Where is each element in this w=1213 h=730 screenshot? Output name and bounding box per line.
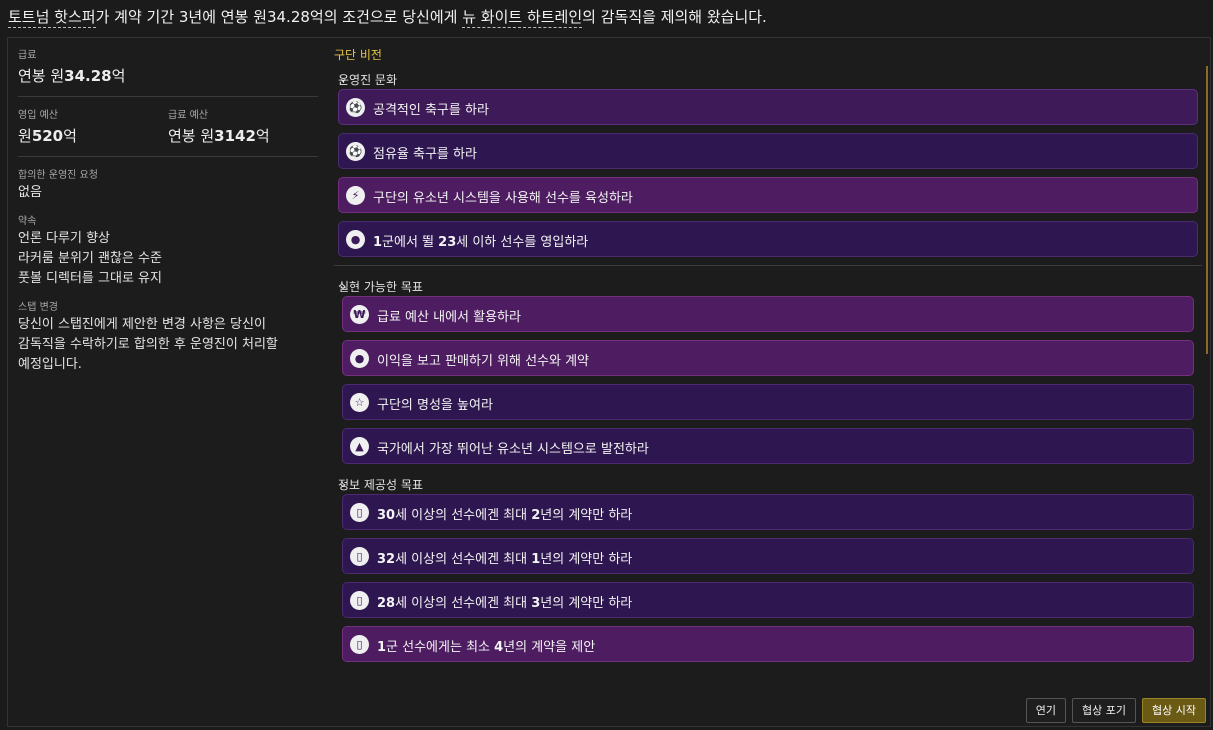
section-header[interactable]: 운영진 문화 ⌄	[334, 67, 1190, 89]
club-vision: 구단 비전 운영진 문화 ⌄ ⚽ 공격적인 축구를 하라 ⚽ 점유율 축구를 하라 ⚡ 구단의…	[334, 46, 1202, 670]
salary-value: 연봉 원34.28억	[18, 67, 126, 85]
vision-item-text: 공격적인 축구를 하라	[373, 103, 489, 118]
vision-item[interactable]: ● 이익을 보고 판매하기 위해 선수와 계약	[342, 340, 1194, 376]
chevron-down-icon[interactable]: ⌄	[338, 476, 1174, 490]
transfer-budget-label: 영입 예산	[18, 110, 58, 121]
vision-item-text: 32세 이상의 선수에겐 최대 1년의 계약만 하라	[377, 552, 633, 567]
vision-item-text: 점유율 축구를 하라	[373, 147, 477, 162]
headline-text-1: 가 계약 기간 3년에 연봉 원34.28억의 조건으로 당신에게	[95, 8, 463, 26]
vision-item-text: 1군 선수에게는 최소 4년의 계약을 제안	[377, 640, 596, 655]
person-icon: ●	[346, 230, 365, 249]
staff-changes-label: 스탭 변경	[18, 302, 58, 313]
person-icon: ●	[350, 349, 369, 368]
vision-item-text: 구단의 유소년 시스템을 사용해 선수를 육성하라	[373, 191, 633, 206]
start-negotiation-button[interactable]: 협상 시작	[1142, 698, 1206, 723]
vision-item-text: 구단의 명성을 높여라	[377, 398, 493, 413]
vision-item-text: 급료 예산 내에서 활용하라	[377, 310, 521, 325]
promise-item: 라커룸 분위기 괜찮은 수준	[18, 251, 162, 266]
offer-headline: 토트넘 핫스퍼가 계약 기간 3년에 연봉 원34.28억의 조건으로 당신에게…	[8, 6, 1208, 32]
action-buttons: 연기 협상 포기 협상 시작	[1025, 698, 1206, 723]
section-header[interactable]: 실현 가능한 목표 ⌄	[334, 274, 1186, 296]
wage-budget-value: 연봉 원3142억	[168, 127, 270, 145]
transfer-budget-value: 원520억	[18, 127, 77, 145]
vision-item[interactable]: ▲ 국가에서 가장 뛰어난 유소년 시스템으로 발전하라	[342, 428, 1194, 464]
section-divider	[334, 265, 1202, 266]
section-header[interactable]: 정보 제공성 목표 ⌄	[334, 472, 1186, 494]
vision-item-text: 이익을 보고 판매하기 위해 선수와 계약	[377, 354, 590, 369]
staff-changes-text: 당신이 스탭진에게 제안한 변경 사항은 당신이 감독직을 수락하기로 합의한 …	[18, 317, 278, 372]
vision-item[interactable]: ₩ 급료 예산 내에서 활용하라	[342, 296, 1194, 332]
tablet-icon: ▯	[350, 635, 369, 654]
tablet-icon: ▯	[350, 591, 369, 610]
vision-item[interactable]: ⚡ 구단의 유소년 시스템을 사용해 선수를 육성하라	[338, 177, 1198, 213]
vision-item[interactable]: ▯ 1군 선수에게는 최소 4년의 계약을 제안	[342, 626, 1194, 662]
vision-item[interactable]: ▯ 28세 이상의 선수에겐 최대 3년의 계약만 하라	[342, 582, 1194, 618]
wage-budget-label: 급료 예산	[168, 110, 208, 121]
promise-item: 언론 다루기 향상	[18, 231, 110, 246]
vision-item-text: 28세 이상의 선수에겐 최대 3년의 계약만 하라	[377, 596, 633, 611]
boot-icon: ⚡	[346, 186, 365, 205]
vision-item[interactable]: ▯ 30세 이상의 선수에겐 최대 2년의 계약만 하라	[342, 494, 1194, 530]
vision-item-text: 1군에서 뛸 23세 이하 선수를 영입하라	[373, 235, 589, 250]
vision-section: 운영진 문화 ⌄ ⚽ 공격적인 축구를 하라 ⚽ 점유율 축구를 하라 ⚡ 구단의 유소년 시…	[334, 67, 1202, 257]
headline-text-2: 의 감독직을 제의해 왔습니다.	[582, 8, 767, 26]
money-icon: ₩	[350, 305, 369, 324]
promises-label: 약속	[18, 216, 37, 227]
vision-item[interactable]: ☆ 구단의 명성을 높여라	[342, 384, 1194, 420]
delay-button[interactable]: 연기	[1025, 698, 1067, 723]
vision-item[interactable]: ⚽ 점유율 축구를 하라	[338, 133, 1198, 169]
stadium-link[interactable]: 뉴 화이트 하트레인	[462, 8, 583, 28]
chevron-down-icon[interactable]: ⌄	[338, 71, 1178, 85]
board-request-label: 합의한 운영진 요청	[18, 170, 98, 181]
scrollbar[interactable]	[1206, 66, 1208, 354]
salary-label: 급료	[18, 50, 37, 61]
abandon-negotiation-button[interactable]: 협상 포기	[1072, 698, 1137, 723]
club-link[interactable]: 토트넘 핫스퍼	[8, 8, 96, 28]
vision-item[interactable]: ● 1군에서 뛸 23세 이하 선수를 영입하라	[338, 221, 1198, 257]
vision-section: 실현 가능한 목표 ⌄ ₩ 급료 예산 내에서 활용하라 ● 이익을 보고 판매하기 위해…	[334, 274, 1202, 464]
tablet-icon: ▯	[350, 503, 369, 522]
chevron-down-icon[interactable]: ⌄	[338, 278, 1174, 292]
vision-item[interactable]: ▯ 32세 이상의 선수에겐 최대 1년의 계약만 하라	[342, 538, 1194, 574]
ball-icon: ⚽	[346, 98, 365, 117]
vision-item[interactable]: ⚽ 공격적인 축구를 하라	[338, 89, 1198, 125]
vision-item-text: 30세 이상의 선수에겐 최대 2년의 계약만 하라	[377, 508, 633, 523]
vision-item-text: 국가에서 가장 뛰어난 유소년 시스템으로 발전하라	[377, 442, 649, 457]
board-request-value: 없음	[18, 185, 42, 200]
tablet-icon: ▯	[350, 547, 369, 566]
offer-panel: 급료 연봉 원34.28억 영입 예산 원520억 급료 예산 연봉 원3142…	[7, 37, 1211, 727]
club-vision-title: 구단 비전	[334, 48, 382, 62]
promise-item: 풋볼 디렉터를 그대로 유지	[18, 271, 162, 286]
contract-summary: 급료 연봉 원34.28억 영입 예산 원520억 급료 예산 연봉 원3142…	[18, 46, 318, 375]
star-icon: ☆	[350, 393, 369, 412]
vision-section: 정보 제공성 목표 ⌄ ▯ 30세 이상의 선수에겐 최대 2년의 계약만 하라 ▯ 32…	[334, 472, 1202, 662]
graduation-icon: ▲	[350, 437, 369, 456]
ball-icon: ⚽	[346, 142, 365, 161]
